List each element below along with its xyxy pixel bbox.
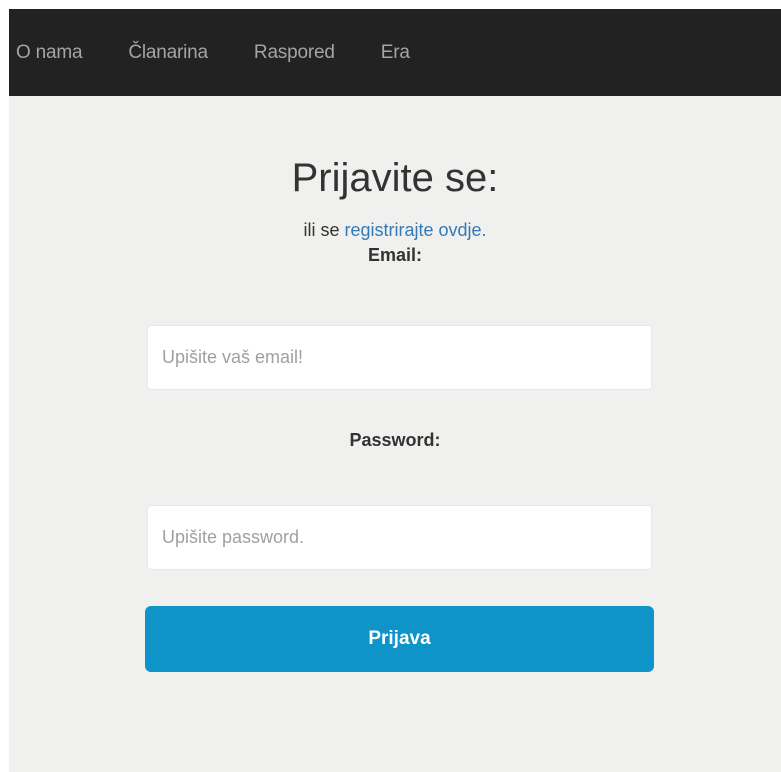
- password-label: Password:: [349, 430, 441, 450]
- page-title: Prijavite se:: [291, 156, 499, 200]
- nav-link-raspored[interactable]: Raspored: [254, 42, 335, 64]
- password-field[interactable]: [147, 505, 652, 570]
- page-frame: O nama Članarina Raspored Era Prijavite …: [9, 9, 781, 772]
- nav-link-o-nama[interactable]: O nama: [16, 42, 83, 64]
- nav-link-clanarina[interactable]: Članarina: [128, 42, 208, 64]
- nav-link-era[interactable]: Era: [381, 42, 410, 64]
- top-navbar: O nama Članarina Raspored Era: [9, 9, 781, 96]
- email-label: Email:: [367, 245, 423, 265]
- register-prompt-text: ili se: [303, 220, 345, 240]
- login-button[interactable]: Prijava: [145, 606, 654, 672]
- email-field[interactable]: [147, 325, 652, 390]
- register-link[interactable]: registrirajte ovdje.: [344, 220, 486, 240]
- register-prompt: ili se registrirajte ovdje.: [9, 220, 781, 241]
